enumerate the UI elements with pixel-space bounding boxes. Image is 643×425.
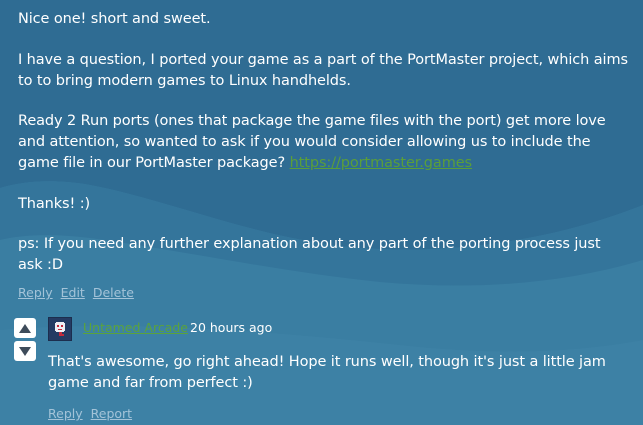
reply-link[interactable]: Reply: [18, 285, 53, 300]
downvote-button[interactable]: [14, 341, 36, 361]
delete-link[interactable]: Delete: [93, 285, 134, 300]
edit-link[interactable]: Edit: [61, 285, 85, 300]
portmaster-link[interactable]: https://portmaster.games: [290, 155, 473, 171]
reply-body: That's awesome, go right ahead! Hope it …: [48, 354, 606, 391]
comment-line-1: Nice one! short and sweet.: [18, 11, 211, 27]
report-link[interactable]: Report: [91, 406, 132, 421]
comment-actions: Reply Edit Delete: [18, 285, 142, 301]
triangle-up-icon: [19, 323, 31, 333]
upvote-button[interactable]: [14, 318, 36, 338]
reply-actions: Reply Report: [48, 406, 140, 422]
reply-author-username[interactable]: Untamed Arcade: [83, 320, 188, 335]
comments-section: Nice one! short and sweet. I have a ques…: [0, 0, 643, 425]
avatar[interactable]: [48, 317, 72, 341]
reply-timestamp: 20 hours ago: [190, 320, 273, 335]
comment-paragraph-3: Ready 2 Run ports (ones that package the…: [18, 111, 628, 174]
comment-paragraph-4: Thanks! :): [18, 196, 91, 212]
triangle-down-icon: [19, 346, 31, 356]
pixel-mask-avatar-icon: [55, 322, 65, 336]
reply-reply-link[interactable]: Reply: [48, 406, 83, 421]
comment-paragraph-2: I have a question, I ported your game as…: [18, 52, 628, 89]
comment-paragraph-5: ps: If you need any further explanation …: [18, 236, 601, 273]
